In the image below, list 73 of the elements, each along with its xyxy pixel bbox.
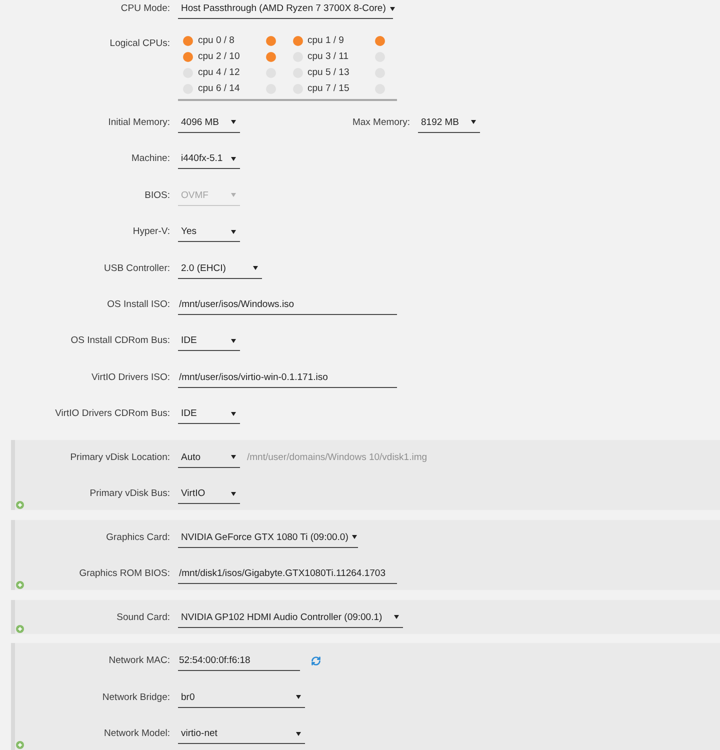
dropdown[interactable]: br0 (178, 688, 305, 708)
field-label: CPU Mode: (120, 2, 170, 16)
field-label: Primary vDisk Bus: (90, 487, 170, 502)
caret-icon (471, 120, 476, 124)
caret-icon (231, 193, 236, 198)
dropdown[interactable]: 8192 MB (418, 112, 480, 133)
dropdown[interactable]: virtio-net (178, 724, 305, 744)
caret-icon (296, 695, 301, 700)
plus-circle-icon[interactable] (16, 741, 24, 750)
field-label: Sound Card: (116, 610, 170, 625)
dropdown[interactable]: NVIDIA GP102 HDMI Audio Controller (09:00.1) (178, 608, 403, 628)
field-label: OS Install ISO: (107, 298, 170, 312)
cpu-label: cpu 0 / 8 (198, 35, 234, 46)
cpu-checkbox[interactable] (183, 36, 193, 46)
plus-circle-icon[interactable] (16, 501, 24, 510)
cpu-checkbox[interactable] (266, 52, 276, 62)
caret-icon (231, 492, 236, 496)
dropdown[interactable]: 4096 MB (178, 112, 240, 133)
caret-icon (231, 338, 236, 343)
dropdown[interactable]: IDE (178, 404, 240, 424)
field-label: Logical CPUs: (110, 37, 170, 52)
field-label: BIOS: (144, 188, 170, 203)
field-label: Initial Memory: (108, 116, 170, 130)
plus-circle-icon[interactable] (16, 624, 24, 633)
plus-circle-icon[interactable] (16, 581, 24, 590)
path-text: /mnt/user/domains/Windows 10/vdisk1.img (247, 450, 428, 465)
field-label: Network Bridge: (102, 690, 170, 705)
field-label: Max Memory: (352, 116, 410, 130)
cpu-checkbox[interactable] (375, 36, 385, 46)
dropdown[interactable]: 2.0 (EHCI) (178, 258, 262, 279)
cpu-checkbox[interactable] (266, 36, 276, 46)
dropdown[interactable]: i440fx-5.1 (178, 149, 240, 170)
field-label: Machine: (131, 152, 170, 166)
text-field[interactable]: 52:54:00:0f:f6:18 (178, 651, 300, 672)
cpu-label: cpu 3 / 11 (308, 51, 349, 62)
field-label: Network Model: (104, 727, 170, 742)
field-label: VirtIO Drivers ISO: (92, 370, 170, 385)
dropdown[interactable]: NVIDIA GeForce GTX 1080 Ti (09:00.0) (178, 528, 358, 548)
dropdown[interactable]: Yes (178, 222, 240, 242)
cpu-label: cpu 7 / 15 (308, 83, 350, 94)
field-label: Network MAC: (108, 654, 170, 668)
field-label: Graphics ROM BIOS: (79, 567, 170, 582)
refresh-icon[interactable] (311, 656, 321, 666)
cpu-label: cpu 6 / 14 (198, 83, 240, 94)
caret-icon (352, 535, 358, 540)
cpu-label: cpu 5 / 13 (308, 67, 350, 78)
caret-icon (231, 230, 236, 234)
field-label: Graphics Card: (106, 530, 170, 545)
caret-icon (253, 266, 258, 270)
dropdown[interactable]: Auto (178, 448, 240, 468)
dropdown[interactable]: VirtIO (178, 484, 240, 504)
caret-icon (231, 156, 236, 161)
cpu-checkbox[interactable] (183, 52, 193, 62)
field-label: Hyper-V: (132, 225, 170, 240)
caret-icon (231, 412, 236, 416)
field-label: Primary vDisk Location: (70, 450, 170, 465)
cpu-label: cpu 1 / 9 (308, 35, 344, 46)
caret-icon (231, 120, 236, 124)
text-field[interactable]: /mnt/disk1/isos/Gigabyte.GTX1080Ti.11264.1703 (178, 564, 397, 584)
dropdown[interactable]: IDE (178, 331, 240, 352)
caret-icon (296, 732, 301, 736)
cpu-checkbox[interactable] (292, 36, 302, 46)
field-label: OS Install CDRom Bus: (70, 334, 170, 348)
caret-icon (394, 615, 399, 620)
dropdown[interactable]: Host Passthrough (AMD Ryzen 7 3700X 8-Core) (178, 0, 393, 19)
cpu-label: cpu 4 / 12 (198, 67, 240, 78)
caret-icon (231, 455, 236, 460)
caret-icon (390, 6, 395, 10)
text-field[interactable]: /mnt/user/isos/virtio-win-0.1.171.iso (178, 368, 397, 388)
text-field[interactable]: /mnt/user/isos/Windows.iso (178, 294, 397, 315)
cpu-label: cpu 2 / 10 (198, 51, 240, 62)
field-label: USB Controller: (104, 262, 170, 276)
field-label: VirtIO Drivers CDRom Bus: (55, 407, 170, 422)
